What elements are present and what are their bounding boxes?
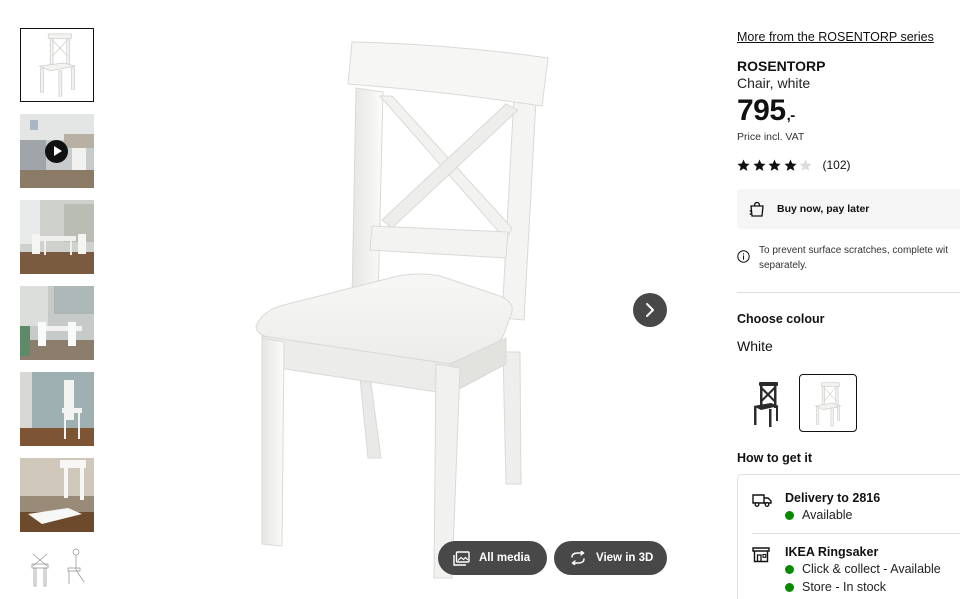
star-filled-icon	[783, 159, 797, 171]
main-product-image	[150, 0, 710, 599]
product-info-panel: More from the ROSENTORP series ROSENTORP…	[737, 0, 960, 599]
product-price: 795,-	[737, 94, 795, 128]
info-icon	[737, 250, 750, 263]
thumbnail-drawing[interactable]	[20, 544, 94, 592]
view-in-3d-button[interactable]: View in 3D	[554, 541, 667, 575]
all-media-label: All media	[479, 552, 531, 564]
scratch-notice: To prevent surface scratches, complete w…	[737, 243, 960, 273]
shopping-bag-icon	[749, 201, 764, 217]
selected-colour: White	[737, 338, 773, 354]
choose-colour-heading: Choose colour	[737, 312, 825, 326]
colour-swatch-black[interactable]	[737, 374, 795, 432]
fulfilment-box: Delivery to 2816 Available IKEA Ringsake…	[737, 474, 960, 599]
colour-swatch-white[interactable]	[799, 374, 857, 432]
buy-now-label: Buy now, pay later	[777, 203, 870, 215]
next-image-button[interactable]	[633, 293, 667, 327]
delivery-status-text: Available	[802, 508, 853, 522]
click-collect-status: Click & collect - Available	[785, 562, 941, 576]
rating[interactable]: (102)	[737, 157, 851, 173]
status-dot	[785, 582, 794, 592]
series-link[interactable]: More from the ROSENTORP series	[737, 30, 934, 44]
product-name: ROSENTORP	[737, 58, 826, 74]
thumbnail-video[interactable]	[20, 114, 94, 188]
notice-line-1: To prevent surface scratches, complete w…	[759, 245, 948, 256]
truck-icon	[752, 494, 772, 507]
divider	[752, 533, 960, 534]
notice-line-2: separately.	[759, 260, 808, 271]
buy-now-pay-later[interactable]: Buy now, pay later	[737, 189, 960, 229]
play-icon	[45, 140, 68, 163]
rating-count[interactable]: (102)	[823, 158, 851, 172]
delivery-title: Delivery to 2816	[785, 491, 881, 505]
star-filled-icon	[768, 159, 781, 171]
how-to-get-it-heading: How to get it	[737, 451, 812, 465]
thumbnail-room-2[interactable]	[20, 286, 94, 360]
status-dot	[785, 564, 794, 574]
status-dot	[785, 510, 794, 520]
click-collect-text: Click & collect - Available	[802, 562, 941, 576]
divider	[737, 292, 960, 293]
thumbnail-product[interactable]	[20, 28, 94, 102]
view-in-3d-label: View in 3D	[596, 552, 654, 564]
chevron-right-icon	[646, 303, 654, 317]
delivery-status: Available	[785, 508, 853, 522]
thumbnail-room-1[interactable]	[20, 200, 94, 274]
price-suffix: ,-	[786, 107, 796, 124]
store-icon	[752, 547, 770, 563]
star-filled-icon	[737, 159, 750, 171]
vat-note: Price incl. VAT	[737, 131, 805, 143]
price-value: 795	[737, 94, 786, 127]
all-media-button[interactable]: All media	[438, 541, 547, 575]
store-stock-text: Store - In stock	[802, 580, 887, 594]
gallery-icon	[453, 550, 470, 566]
thumbnail-closeup[interactable]	[20, 458, 94, 532]
thumbnail-room-3[interactable]	[20, 372, 94, 446]
star-empty-icon	[799, 159, 812, 171]
star-filled-icon	[752, 159, 766, 171]
store-stock-status: Store - In stock	[785, 580, 886, 594]
store-title: IKEA Ringsaker	[785, 545, 879, 559]
product-description: Chair, white	[737, 75, 811, 91]
rotate-3d-icon	[571, 551, 585, 565]
